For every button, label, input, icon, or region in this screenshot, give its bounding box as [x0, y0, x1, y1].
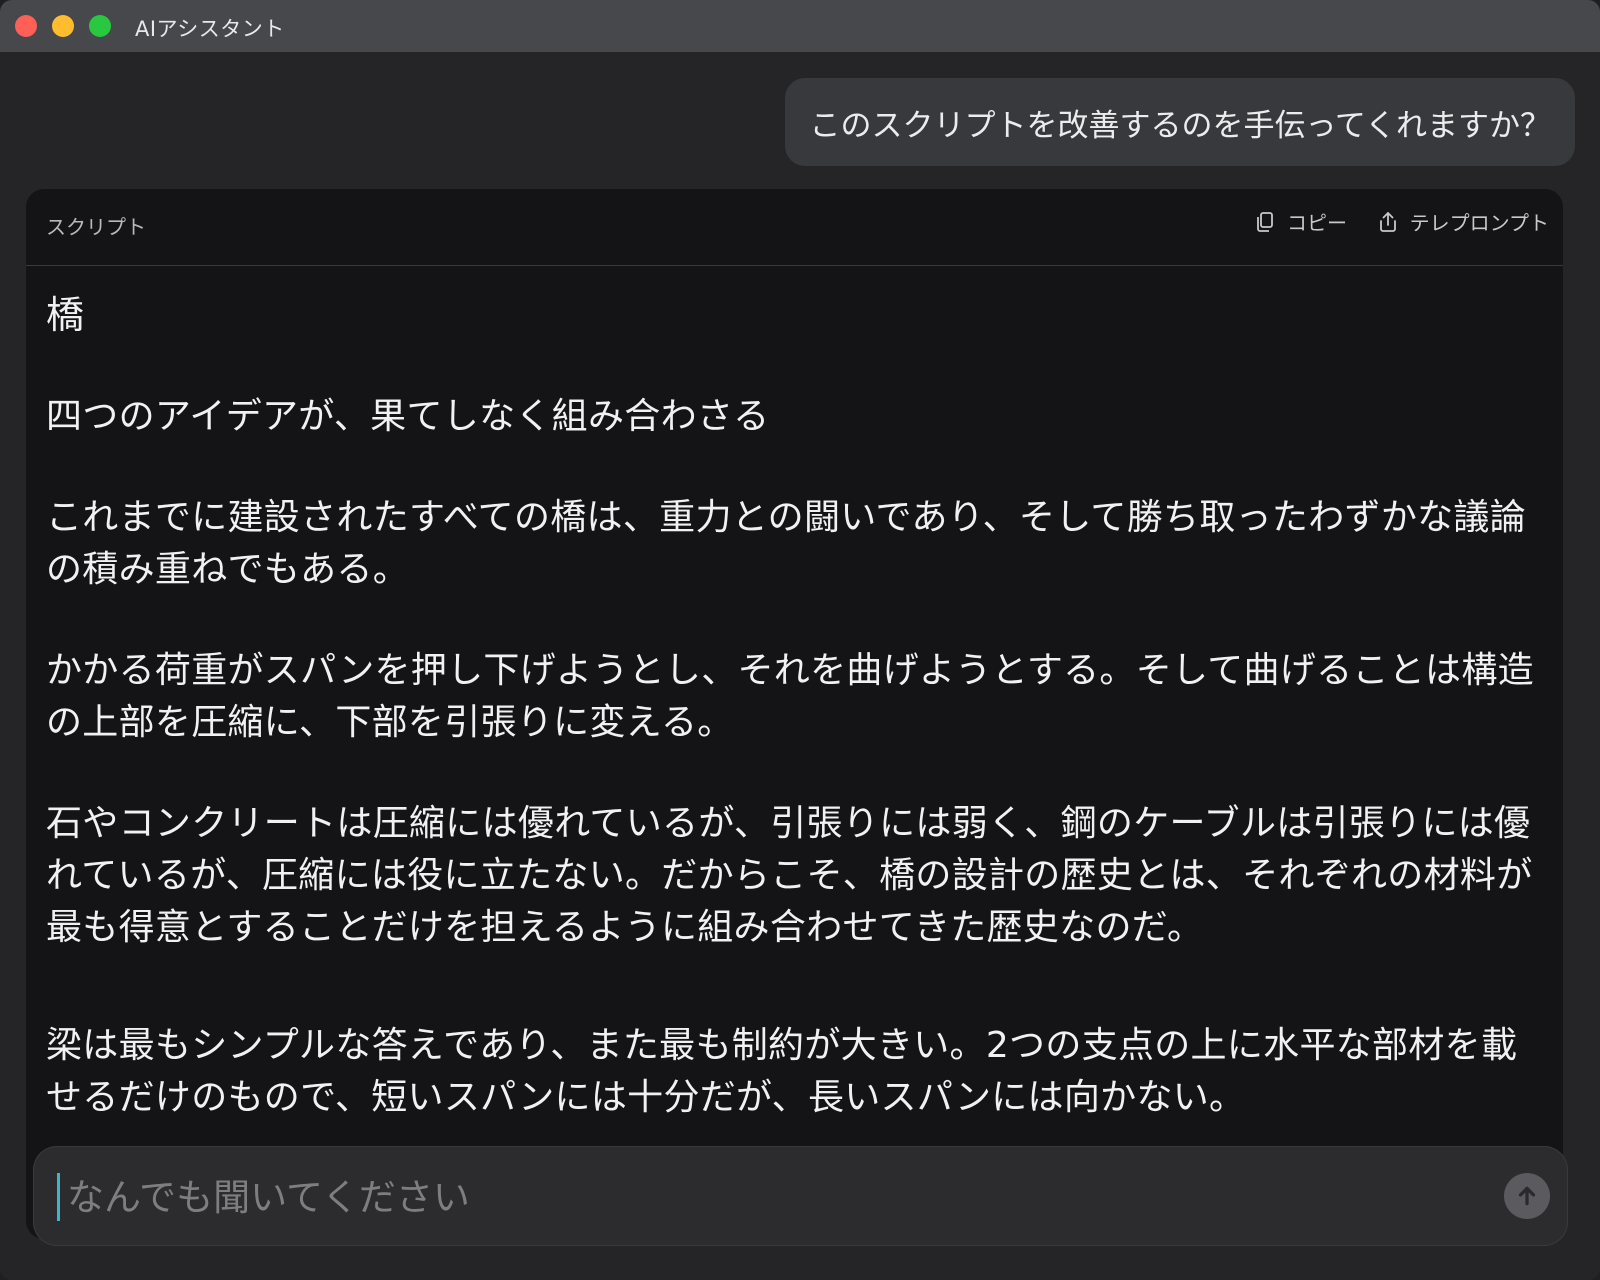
user-message-bubble: このスクリプトを改善するのを手伝ってくれますか？ — [785, 78, 1575, 166]
message-input[interactable] — [65, 1166, 1449, 1228]
script-paragraph: 梁は最もシンプルな答えであり、また最も制約が大きい。2つの支点の上に水平な部材を… — [46, 1025, 1518, 1118]
window-title: AIアシスタント — [135, 17, 285, 41]
script-content: 橋 四つのアイデアが、果てしなく組み合わさる これまでに建設されたすべての橋は、… — [46, 289, 1541, 1173]
script-paragraph: これまでに建設されたすべての橋は、重力との闘いであり、そして勝ち取ったわずかな議… — [46, 497, 1527, 590]
share-icon — [1379, 211, 1396, 232]
text-cursor — [57, 1173, 60, 1221]
copy-button[interactable]: コピー — [1253, 207, 1347, 236]
arrow-up-icon — [1518, 1186, 1536, 1206]
close-window-button[interactable] — [15, 15, 37, 37]
send-button[interactable] — [1504, 1173, 1550, 1219]
message-composer — [33, 1146, 1568, 1246]
script-card-label: スクリプト — [46, 215, 146, 239]
title-bar[interactable]: AIアシスタント — [0, 0, 1600, 52]
teleprompt-button[interactable]: テレプロンプト — [1376, 207, 1549, 236]
copy-button-label: コピー — [1287, 211, 1347, 235]
script-paragraph: かかる荷重がスパンを押し下げようとし、それを曲げようとする。そして曲げることは構… — [46, 650, 1534, 743]
copy-icon — [1257, 211, 1273, 232]
minimize-window-button[interactable] — [52, 15, 74, 37]
teleprompt-button-label: テレプロンプト — [1409, 211, 1549, 235]
script-paragraph: 四つのアイデアが、果てしなく組み合わさる — [46, 396, 770, 437]
script-paragraph: 石やコンクリートは圧縮には優れているが、引張りには弱く、鋼のケーブルは引張りには… — [46, 803, 1533, 948]
app-window: AIアシスタント このスクリプトを改善するのを手伝ってくれますか？ スクリプト … — [0, 0, 1600, 1280]
maximize-window-button[interactable] — [89, 15, 111, 37]
script-card: スクリプト コピー テレプロンプト 橋 四つのアイデアが、果てしなく組み合わさる — [26, 189, 1563, 1239]
script-card-header: スクリプト コピー テレプロンプト — [26, 189, 1563, 266]
script-title: 橋 — [46, 293, 85, 337]
